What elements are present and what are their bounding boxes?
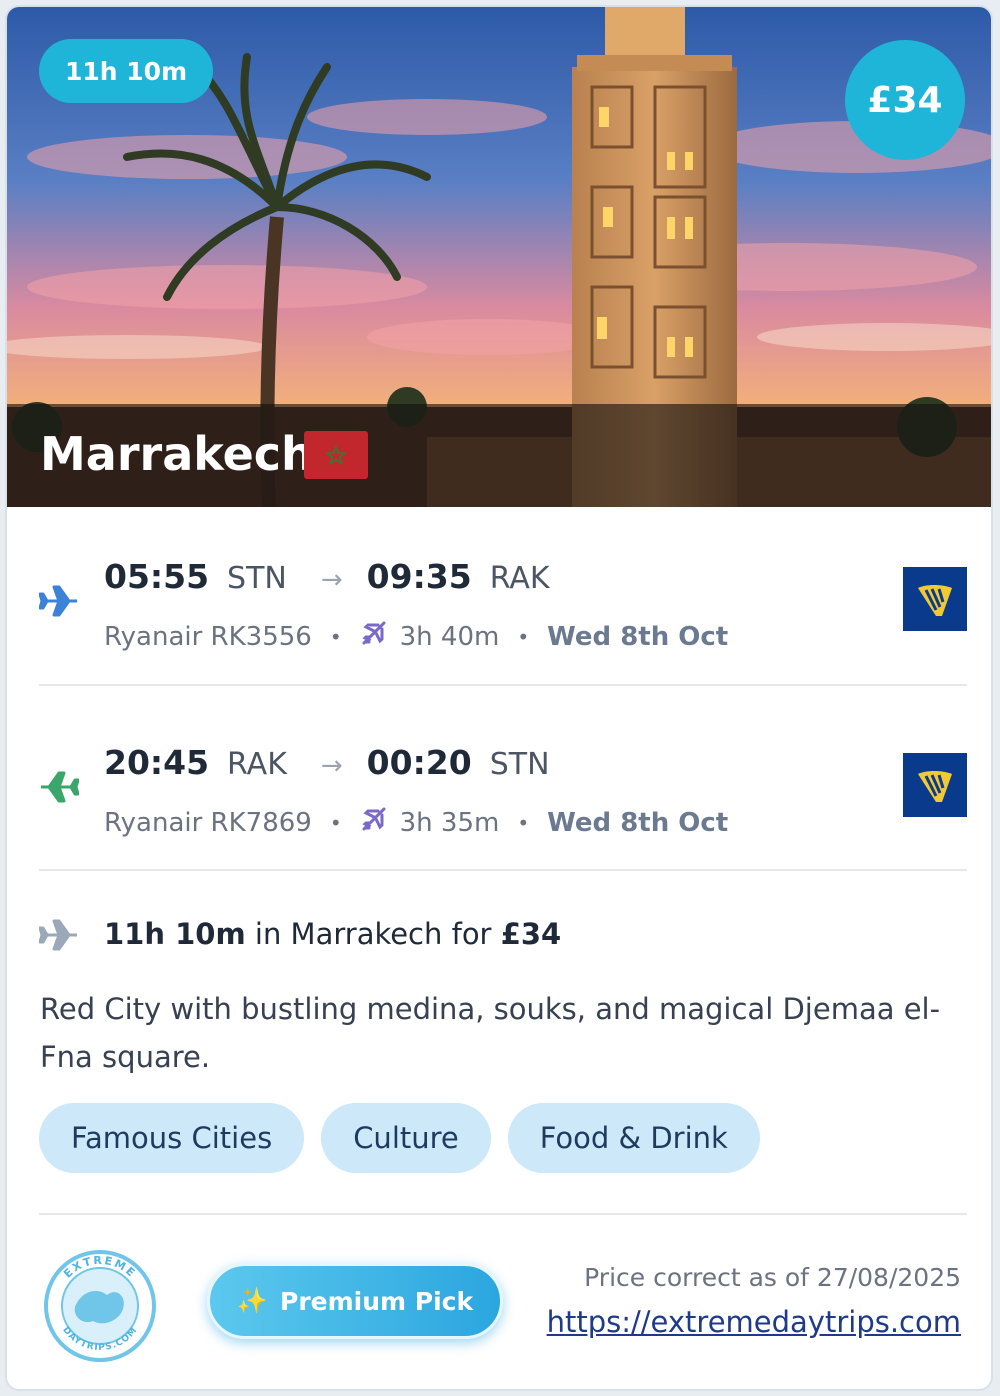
depart-airport: STN	[227, 561, 287, 596]
flight-number: Ryanair RK7869	[104, 807, 312, 838]
divider	[39, 869, 967, 871]
return-meta: Ryanair RK7869 • 3h 35m • Wed 8th Oct	[104, 805, 728, 840]
extreme-daytrips-logo: EXTREME DAYTRIPS.COM	[41, 1247, 159, 1365]
summary-price: £34	[500, 917, 562, 951]
summary-duration: 11h 10m	[104, 917, 246, 951]
destination-title: Marrakech	[40, 427, 314, 481]
sparkles-icon: ✨	[236, 1286, 268, 1315]
trip-duration-badge: 11h 10m	[39, 39, 214, 103]
outbound-times: 05:55 STN → 09:35 RAK	[104, 557, 550, 596]
destination-card: 11h 10m £34 Marrakech 05:55 STN → 09:35 …	[5, 5, 993, 1391]
depart-airport: RAK	[227, 747, 287, 782]
ryanair-logo-icon	[903, 567, 967, 631]
plane-icon	[39, 771, 80, 807]
outbound-flight-row[interactable]: 05:55 STN → 09:35 RAK Ryanair RK3556 • 3…	[38, 547, 967, 667]
premium-pick-badge[interactable]: ✨ Premium Pick	[207, 1263, 503, 1339]
arrive-airport: RAK	[489, 561, 550, 596]
ryanair-logo-icon	[903, 753, 967, 817]
plane-icon	[38, 919, 79, 955]
tag-culture[interactable]: Culture	[321, 1103, 491, 1173]
summary-text: 11h 10m in Marrakech for £34	[104, 917, 561, 951]
return-times: 20:45 RAK → 00:20 STN	[104, 743, 550, 782]
tag-famous-cities[interactable]: Famous Cities	[39, 1103, 305, 1173]
airplane-emoji-icon	[360, 805, 388, 840]
divider	[39, 684, 967, 686]
airplane-emoji-icon	[360, 619, 388, 654]
premium-pick-label: Premium Pick	[280, 1286, 474, 1316]
tag-food-drink[interactable]: Food & Drink	[507, 1103, 760, 1173]
flight-duration: 3h 40m	[399, 621, 500, 652]
destination-description: Red City with bustling medina, souks, an…	[40, 992, 941, 1074]
summary-location: in Marrakech for	[245, 917, 501, 951]
separator-dot: •	[517, 810, 530, 835]
flight-date: Wed 8th Oct	[547, 621, 729, 652]
price-correct-note: Price correct as of 27/08/2025	[584, 1263, 961, 1292]
morocco-flag-icon	[304, 431, 368, 479]
return-flight-row[interactable]: 20:45 RAK → 00:20 STN Ryanair RK7869 • 3…	[39, 733, 967, 853]
divider	[39, 1213, 967, 1215]
flight-number: Ryanair RK3556	[104, 621, 312, 652]
separator-dot: •	[517, 624, 530, 649]
depart-time: 20:45	[104, 743, 210, 782]
outbound-meta: Ryanair RK3556 • 3h 40m • Wed 8th Oct	[104, 619, 728, 654]
flight-date: Wed 8th Oct	[547, 807, 729, 838]
arrive-time: 00:20	[366, 743, 472, 782]
arrow-icon: →	[320, 751, 343, 781]
arrive-airport: STN	[489, 747, 550, 782]
website-link[interactable]: https://extremedaytrips.com	[547, 1305, 961, 1339]
flight-duration: 3h 35m	[399, 807, 500, 838]
arrive-time: 09:35	[366, 557, 472, 596]
plane-icon	[38, 585, 79, 621]
trip-summary: 11h 10m in Marrakech for £34	[38, 915, 967, 959]
price-badge: £34	[845, 40, 965, 160]
separator-dot: •	[329, 810, 342, 835]
depart-time: 05:55	[104, 557, 210, 596]
arrow-icon: →	[320, 565, 343, 595]
separator-dot: •	[329, 624, 342, 649]
tag-list: Famous Cities Culture Food & Drink	[39, 1103, 760, 1173]
